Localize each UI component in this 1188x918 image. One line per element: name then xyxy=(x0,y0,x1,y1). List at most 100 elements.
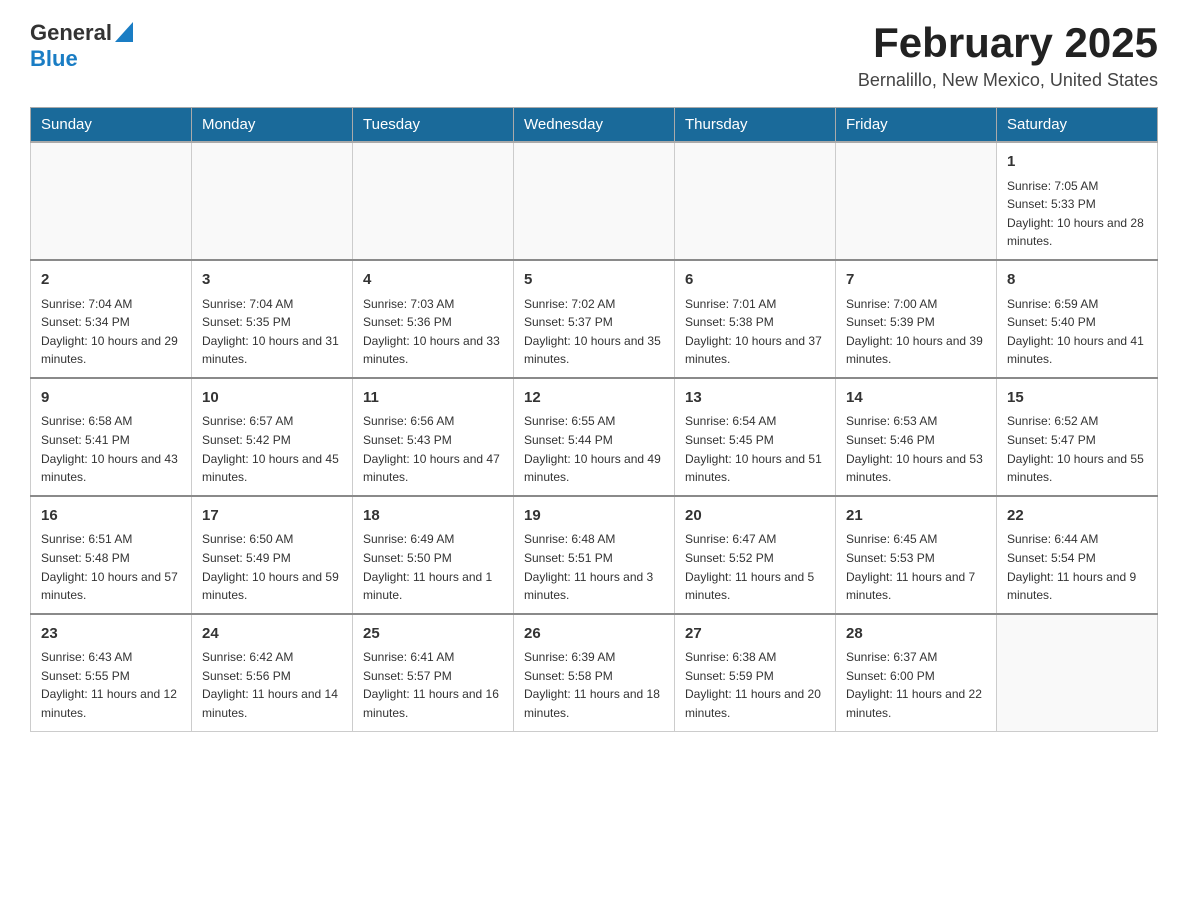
day-info: Sunrise: 6:45 AM Sunset: 5:53 PM Dayligh… xyxy=(846,530,986,604)
day-number: 15 xyxy=(1007,387,1147,410)
day-info: Sunrise: 6:51 AM Sunset: 5:48 PM Dayligh… xyxy=(41,530,181,604)
calendar-cell xyxy=(997,614,1158,731)
day-number: 16 xyxy=(41,505,181,528)
day-number: 23 xyxy=(41,623,181,646)
day-info: Sunrise: 6:53 AM Sunset: 5:46 PM Dayligh… xyxy=(846,412,986,486)
day-number: 17 xyxy=(202,505,342,528)
day-of-week-header: Saturday xyxy=(997,108,1158,143)
calendar-cell: 2Sunrise: 7:04 AM Sunset: 5:34 PM Daylig… xyxy=(31,260,192,378)
calendar-cell: 15Sunrise: 6:52 AM Sunset: 5:47 PM Dayli… xyxy=(997,378,1158,496)
day-info: Sunrise: 6:56 AM Sunset: 5:43 PM Dayligh… xyxy=(363,412,503,486)
day-info: Sunrise: 6:48 AM Sunset: 5:51 PM Dayligh… xyxy=(524,530,664,604)
calendar-cell: 9Sunrise: 6:58 AM Sunset: 5:41 PM Daylig… xyxy=(31,378,192,496)
day-number: 19 xyxy=(524,505,664,528)
day-of-week-header: Friday xyxy=(836,108,997,143)
day-info: Sunrise: 6:57 AM Sunset: 5:42 PM Dayligh… xyxy=(202,412,342,486)
day-of-week-header: Thursday xyxy=(675,108,836,143)
calendar-cell: 13Sunrise: 6:54 AM Sunset: 5:45 PM Dayli… xyxy=(675,378,836,496)
calendar-week-row: 1Sunrise: 7:05 AM Sunset: 5:33 PM Daylig… xyxy=(31,142,1158,260)
calendar-cell: 14Sunrise: 6:53 AM Sunset: 5:46 PM Dayli… xyxy=(836,378,997,496)
calendar-cell: 4 Sunrise: 7:03 AM Sunset: 5:36 PM Daylig… xyxy=(353,260,514,378)
day-info: Sunrise: 7:05 AM Sunset: 5:33 PM Dayligh… xyxy=(1007,177,1147,251)
calendar-table: SundayMondayTuesdayWednesdayThursdayFrid… xyxy=(30,107,1158,731)
calendar-cell: 23Sunrise: 6:43 AM Sunset: 5:55 PM Dayli… xyxy=(31,614,192,731)
calendar-cell: 28Sunrise: 6:37 AM Sunset: 6:00 PM Dayli… xyxy=(836,614,997,731)
calendar-week-row: 16Sunrise: 6:51 AM Sunset: 5:48 PM Dayli… xyxy=(31,496,1158,614)
logo-blue-text: Blue xyxy=(30,46,78,72)
day-info: Sunrise: 6:59 AM Sunset: 5:40 PM Dayligh… xyxy=(1007,295,1147,369)
day-info: Sunrise: 6:54 AM Sunset: 5:45 PM Dayligh… xyxy=(685,412,825,486)
month-title: February 2025 xyxy=(858,20,1158,66)
day-number: 27 xyxy=(685,623,825,646)
calendar-cell: 18Sunrise: 6:49 AM Sunset: 5:50 PM Dayli… xyxy=(353,496,514,614)
day-of-week-header: Sunday xyxy=(31,108,192,143)
day-number: 18 xyxy=(363,505,503,528)
day-number: 5 xyxy=(524,269,664,292)
calendar-cell: 12Sunrise: 6:55 AM Sunset: 5:44 PM Dayli… xyxy=(514,378,675,496)
day-info: Sunrise: 6:41 AM Sunset: 5:57 PM Dayligh… xyxy=(363,648,503,722)
day-info: Sunrise: 7:04 AM Sunset: 5:35 PM Dayligh… xyxy=(202,295,342,369)
calendar-cell: 3 Sunrise: 7:04 AM Sunset: 5:35 PM Daylig… xyxy=(192,260,353,378)
day-info: Sunrise: 6:42 AM Sunset: 5:56 PM Dayligh… xyxy=(202,648,342,722)
day-info: Sunrise: 7:02 AM Sunset: 5:37 PM Dayligh… xyxy=(524,295,664,369)
calendar-cell: 17Sunrise: 6:50 AM Sunset: 5:49 PM Dayli… xyxy=(192,496,353,614)
calendar-cell: 20Sunrise: 6:47 AM Sunset: 5:52 PM Dayli… xyxy=(675,496,836,614)
day-number: 3 xyxy=(202,269,342,292)
calendar-cell: 7Sunrise: 7:00 AM Sunset: 5:39 PM Daylig… xyxy=(836,260,997,378)
logo-arrow-icon xyxy=(115,22,133,42)
logo-general-text: General xyxy=(30,20,112,46)
day-info: Sunrise: 6:50 AM Sunset: 5:49 PM Dayligh… xyxy=(202,530,342,604)
day-info: Sunrise: 6:55 AM Sunset: 5:44 PM Dayligh… xyxy=(524,412,664,486)
day-info: Sunrise: 6:44 AM Sunset: 5:54 PM Dayligh… xyxy=(1007,530,1147,604)
day-info: Sunrise: 6:39 AM Sunset: 5:58 PM Dayligh… xyxy=(524,648,664,722)
day-number: 24 xyxy=(202,623,342,646)
day-number: 8 xyxy=(1007,269,1147,292)
calendar-cell: 26Sunrise: 6:39 AM Sunset: 5:58 PM Dayli… xyxy=(514,614,675,731)
day-info: Sunrise: 7:04 AM Sunset: 5:34 PM Dayligh… xyxy=(41,295,181,369)
calendar-cell: 25Sunrise: 6:41 AM Sunset: 5:57 PM Dayli… xyxy=(353,614,514,731)
day-of-week-header: Wednesday xyxy=(514,108,675,143)
day-number: 26 xyxy=(524,623,664,646)
day-number: 12 xyxy=(524,387,664,410)
day-number: 11 xyxy=(363,387,503,410)
calendar-cell xyxy=(514,142,675,260)
day-info: Sunrise: 6:58 AM Sunset: 5:41 PM Dayligh… xyxy=(41,412,181,486)
title-section: February 2025 Bernalillo, New Mexico, Un… xyxy=(858,20,1158,91)
day-info: Sunrise: 6:38 AM Sunset: 5:59 PM Dayligh… xyxy=(685,648,825,722)
logo: General Blue xyxy=(30,20,133,72)
location-title: Bernalillo, New Mexico, United States xyxy=(858,70,1158,91)
day-info: Sunrise: 6:49 AM Sunset: 5:50 PM Dayligh… xyxy=(363,530,503,604)
day-number: 14 xyxy=(846,387,986,410)
day-number: 28 xyxy=(846,623,986,646)
calendar-cell: 27Sunrise: 6:38 AM Sunset: 5:59 PM Dayli… xyxy=(675,614,836,731)
day-number: 22 xyxy=(1007,505,1147,528)
calendar-week-row: 9Sunrise: 6:58 AM Sunset: 5:41 PM Daylig… xyxy=(31,378,1158,496)
calendar-cell xyxy=(31,142,192,260)
calendar-cell: 21Sunrise: 6:45 AM Sunset: 5:53 PM Dayli… xyxy=(836,496,997,614)
calendar-cell xyxy=(836,142,997,260)
day-number: 4 xyxy=(363,269,503,292)
day-of-week-header: Tuesday xyxy=(353,108,514,143)
calendar-cell xyxy=(192,142,353,260)
day-info: Sunrise: 6:52 AM Sunset: 5:47 PM Dayligh… xyxy=(1007,412,1147,486)
day-info: Sunrise: 7:01 AM Sunset: 5:38 PM Dayligh… xyxy=(685,295,825,369)
day-number: 10 xyxy=(202,387,342,410)
day-info: Sunrise: 6:37 AM Sunset: 6:00 PM Dayligh… xyxy=(846,648,986,722)
calendar-cell: 6Sunrise: 7:01 AM Sunset: 5:38 PM Daylig… xyxy=(675,260,836,378)
day-number: 21 xyxy=(846,505,986,528)
calendar-week-row: 23Sunrise: 6:43 AM Sunset: 5:55 PM Dayli… xyxy=(31,614,1158,731)
day-number: 7 xyxy=(846,269,986,292)
calendar-week-row: 2Sunrise: 7:04 AM Sunset: 5:34 PM Daylig… xyxy=(31,260,1158,378)
calendar-cell: 5 Sunrise: 7:02 AM Sunset: 5:37 PM Daylig… xyxy=(514,260,675,378)
day-number: 20 xyxy=(685,505,825,528)
calendar-cell: 1Sunrise: 7:05 AM Sunset: 5:33 PM Daylig… xyxy=(997,142,1158,260)
calendar-cell: 19Sunrise: 6:48 AM Sunset: 5:51 PM Dayli… xyxy=(514,496,675,614)
day-of-week-header: Monday xyxy=(192,108,353,143)
calendar-cell: 11Sunrise: 6:56 AM Sunset: 5:43 PM Dayli… xyxy=(353,378,514,496)
day-info: Sunrise: 6:43 AM Sunset: 5:55 PM Dayligh… xyxy=(41,648,181,722)
day-number: 13 xyxy=(685,387,825,410)
calendar-cell: 10Sunrise: 6:57 AM Sunset: 5:42 PM Dayli… xyxy=(192,378,353,496)
day-info: Sunrise: 7:03 AM Sunset: 5:36 PM Dayligh… xyxy=(363,295,503,369)
day-info: Sunrise: 6:47 AM Sunset: 5:52 PM Dayligh… xyxy=(685,530,825,604)
calendar-cell: 22Sunrise: 6:44 AM Sunset: 5:54 PM Dayli… xyxy=(997,496,1158,614)
